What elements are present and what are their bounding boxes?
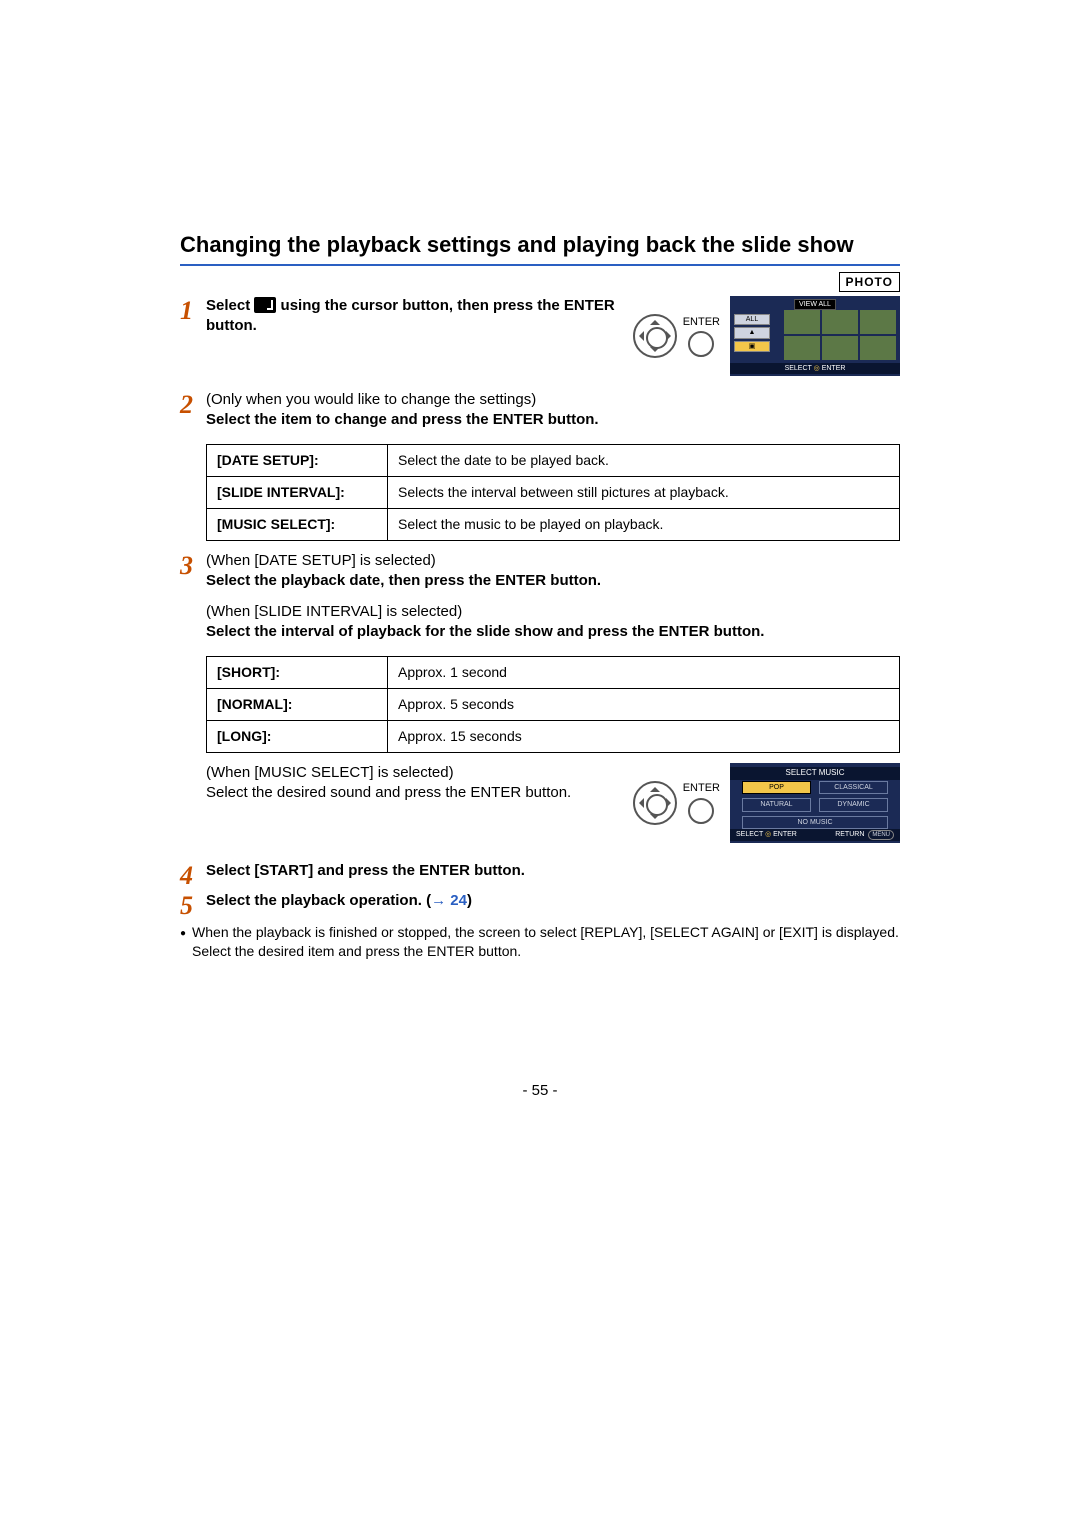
cell-val: Approx. 15 seconds xyxy=(388,720,900,752)
table-row: [DATE SETUP]: Select the date to be play… xyxy=(207,445,900,477)
table-row: [SLIDE INTERVAL]: Selects the interval b… xyxy=(207,477,900,509)
lcd-opt-all: ALL xyxy=(734,314,770,325)
music-opt-dynamic: DYNAMIC xyxy=(819,798,888,811)
step3b-pre: (When [SLIDE INTERVAL] is selected) xyxy=(206,602,900,622)
step4-text: Select [START] and press the ENTER butto… xyxy=(206,862,525,879)
step3c-illustration: ENTER SELECT MUSIC POP CLASSICAL NATURAL… xyxy=(633,763,900,843)
step-number-5: 5 xyxy=(180,891,206,919)
step1-text-pre: Select xyxy=(206,297,254,314)
page-xref-link[interactable]: 24 xyxy=(446,892,467,909)
step3a-main: Select the playback date, then press the… xyxy=(206,571,900,591)
step3a-pre: (When [DATE SETUP] is selected) xyxy=(206,551,900,571)
step3b-main: Select the interval of playback for the … xyxy=(206,622,900,642)
step-number-3: 3 xyxy=(180,551,206,642)
cell-key: [MUSIC SELECT]: xyxy=(207,509,388,541)
table-row: [MUSIC SELECT]: Select the music to be p… xyxy=(207,509,900,541)
cell-val: Selects the interval between still pictu… xyxy=(388,477,900,509)
music-opt-nomusic: NO MUSIC xyxy=(742,816,888,829)
table-row: [SHORT]: Approx. 1 second xyxy=(207,657,900,689)
xref-arrow-icon: → xyxy=(431,892,446,909)
playback-end-note: When the playback is finished or stopped… xyxy=(180,923,900,961)
lcd2-bottom-bar: SELECT ◎ ENTER RETURN MENU xyxy=(730,829,900,841)
cell-key: [NORMAL]: xyxy=(207,689,388,721)
enter-label: ENTER xyxy=(683,315,720,330)
title-rule xyxy=(180,264,900,266)
lcd-opt-date: ▲ xyxy=(734,327,770,338)
page-title: Changing the playback settings and playi… xyxy=(180,230,900,260)
cursor-dpad-icon xyxy=(633,781,677,825)
lcd-bottom-bar: SELECT ◎ ENTER xyxy=(730,363,900,374)
cell-key: [SLIDE INTERVAL]: xyxy=(207,477,388,509)
step1-illustration: ENTER VIEW ALL ALL ▲ ▣ xyxy=(633,296,900,376)
cell-val: Select the date to be played back. xyxy=(388,445,900,477)
settings-table: [DATE SETUP]: Select the date to be play… xyxy=(206,444,900,541)
step-number-2: 2 xyxy=(180,390,206,431)
interval-table: [SHORT]: Approx. 1 second [NORMAL]: Appr… xyxy=(206,656,900,753)
enter-label: ENTER xyxy=(683,781,720,796)
music-opt-natural: NATURAL xyxy=(742,798,811,811)
lcd-thumbnail-screen: VIEW ALL ALL ▲ ▣ SELECT ◎ ENTER xyxy=(730,296,900,376)
photo-mode-badge: PHOTO xyxy=(839,272,900,292)
step2-main: Select the item to change and press the … xyxy=(206,410,900,430)
cell-key: [SHORT]: xyxy=(207,657,388,689)
cell-val: Approx. 5 seconds xyxy=(388,689,900,721)
cell-val: Approx. 1 second xyxy=(388,657,900,689)
cell-key: [DATE SETUP]: xyxy=(207,445,388,477)
cursor-dpad-icon xyxy=(633,314,677,358)
cell-val: Select the music to be played on playbac… xyxy=(388,509,900,541)
lcd-opt-slideshow: ▣ xyxy=(734,341,770,352)
music-opt-classical: CLASSICAL xyxy=(819,781,888,794)
lcd-view-all: VIEW ALL xyxy=(794,299,836,310)
step-number-4: 4 xyxy=(180,861,206,889)
step-number-1: 1 xyxy=(180,296,206,376)
step5-text: Select the playback operation. ( xyxy=(206,892,431,909)
enter-button-icon xyxy=(688,331,714,357)
step2-pre: (Only when you would like to change the … xyxy=(206,390,900,410)
table-row: [NORMAL]: Approx. 5 seconds xyxy=(207,689,900,721)
lcd2-title: SELECT MUSIC xyxy=(730,767,900,780)
slideshow-icon xyxy=(254,297,276,313)
step5-close: ) xyxy=(467,892,472,909)
music-opt-pop: POP xyxy=(742,781,811,794)
lcd-music-screen: SELECT MUSIC POP CLASSICAL NATURAL DYNAM… xyxy=(730,763,900,843)
table-row: [LONG]: Approx. 15 seconds xyxy=(207,720,900,752)
page-number: - 55 - xyxy=(180,1081,900,1101)
enter-button-icon xyxy=(688,798,714,824)
cell-key: [LONG]: xyxy=(207,720,388,752)
